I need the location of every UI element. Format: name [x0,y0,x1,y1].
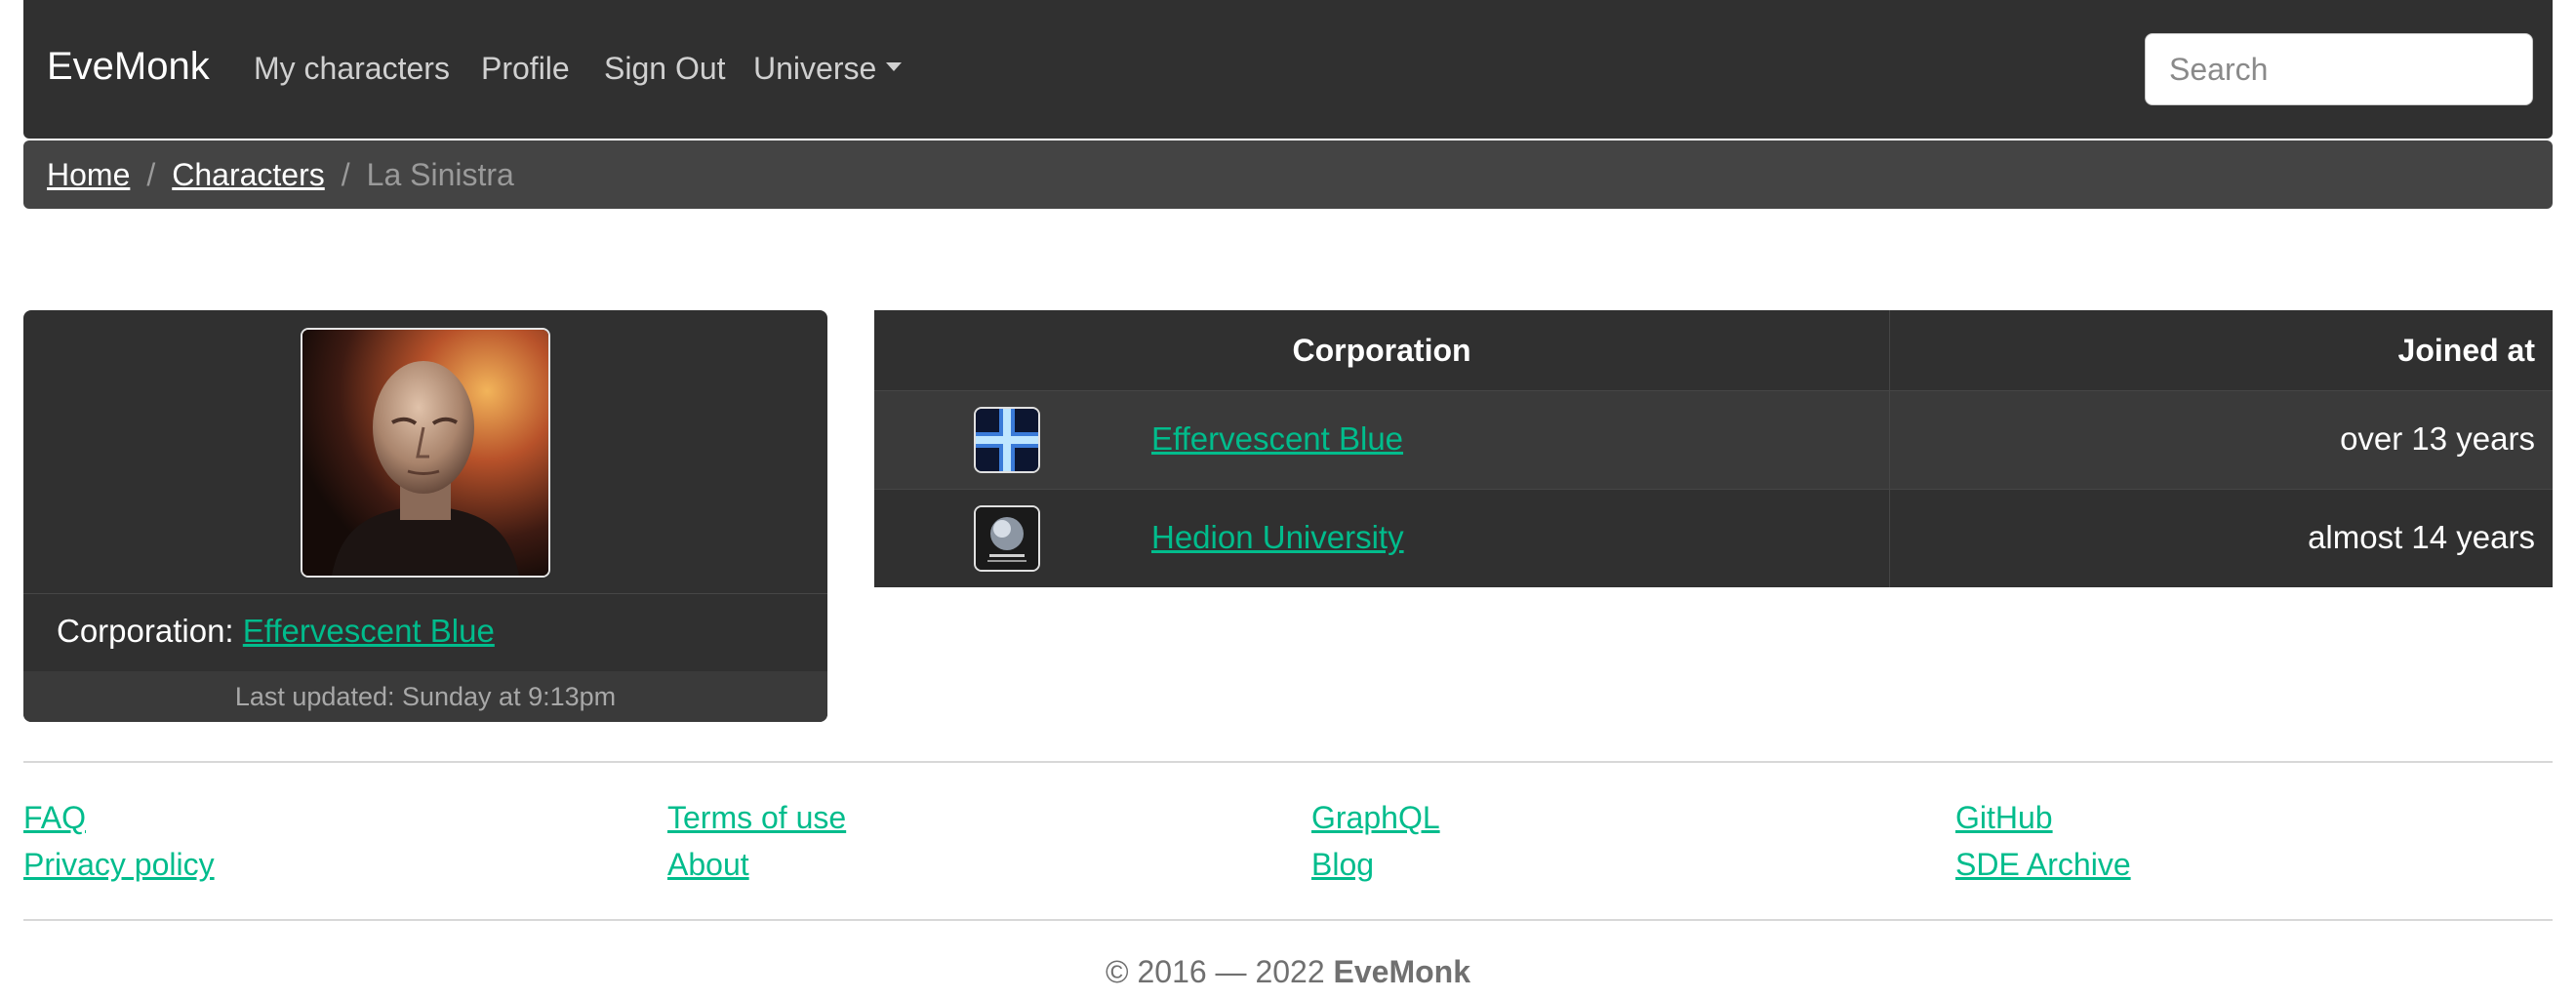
footer-column: Terms of use About [667,794,846,888]
nav-profile[interactable]: Profile [481,51,570,87]
header-joined-at: Joined at [2397,333,2535,368]
footer-link-terms-of-use[interactable]: Terms of use [667,794,846,841]
breadcrumb-active: La Sinistra [366,157,514,192]
copyright-brand: EveMonk [1333,954,1470,989]
table-row: Hedion University almost 14 years [874,489,2553,588]
nav-my-characters[interactable]: My characters [254,51,450,87]
character-portrait [301,328,550,578]
footer-link-privacy-policy[interactable]: Privacy policy [23,841,215,888]
footer-link-graphql[interactable]: GraphQL [1311,794,1440,841]
corporation-history-table: Corporation Joined at Effervescent Blue … [874,310,2553,587]
column-divider [1889,310,1890,587]
footer-link-about[interactable]: About [667,841,846,888]
navbar: EveMonk My characters Profile Sign Out U… [23,0,2553,139]
card-divider [23,593,827,594]
footer-link-blog[interactable]: Blog [1311,841,1440,888]
character-card: Corporation: Effervescent Blue Last upda… [23,310,827,722]
footer-column: FAQ Privacy policy [23,794,215,888]
footer-column: GraphQL Blog [1311,794,1440,888]
character-portrait-image [302,330,548,576]
copyright-years: © 2016 — 2022 [1106,954,1325,989]
copyright: © 2016 — 2022 EveMonk [23,954,2553,990]
breadcrumb-characters[interactable]: Characters [172,157,325,192]
joined-at-value: almost 14 years [2308,519,2535,555]
footer-link-sde-archive[interactable]: SDE Archive [1955,841,2131,888]
nav-sign-out[interactable]: Sign Out [604,51,726,87]
nav-universe-label: Universe [753,51,877,86]
caret-down-icon [886,62,903,72]
breadcrumb-home[interactable]: Home [47,157,130,192]
footer-divider [23,761,2553,763]
breadcrumb-separator: / [341,157,350,192]
character-corporation: Corporation: Effervescent Blue [57,613,495,650]
corporation-link[interactable]: Hedion University [1151,519,1404,556]
character-corporation-link[interactable]: Effervescent Blue [243,613,495,649]
brand-link[interactable]: EveMonk [47,45,210,89]
breadcrumb-separator: / [146,157,156,192]
joined-at-value: over 13 years [2340,420,2535,457]
footer-link-github[interactable]: GitHub [1955,794,2131,841]
search-input[interactable] [2145,33,2533,105]
last-updated: Last updated: Sunday at 9:13pm [23,671,827,722]
hedion-university-logo-icon[interactable] [974,505,1040,572]
blue-cross-logo-icon[interactable] [974,407,1040,473]
corporation-label: Corporation: [57,613,234,649]
footer-column: GitHub SDE Archive [1955,794,2131,888]
footer-link-faq[interactable]: FAQ [23,794,215,841]
corporation-link[interactable]: Effervescent Blue [1151,420,1403,458]
nav-universe-dropdown[interactable]: Universe [753,51,903,87]
breadcrumb: Home / Characters / La Sinistra [23,140,2553,209]
table-row: Effervescent Blue over 13 years [874,390,2553,490]
footer-divider [23,919,2553,921]
header-corporation: Corporation [1292,333,1471,368]
